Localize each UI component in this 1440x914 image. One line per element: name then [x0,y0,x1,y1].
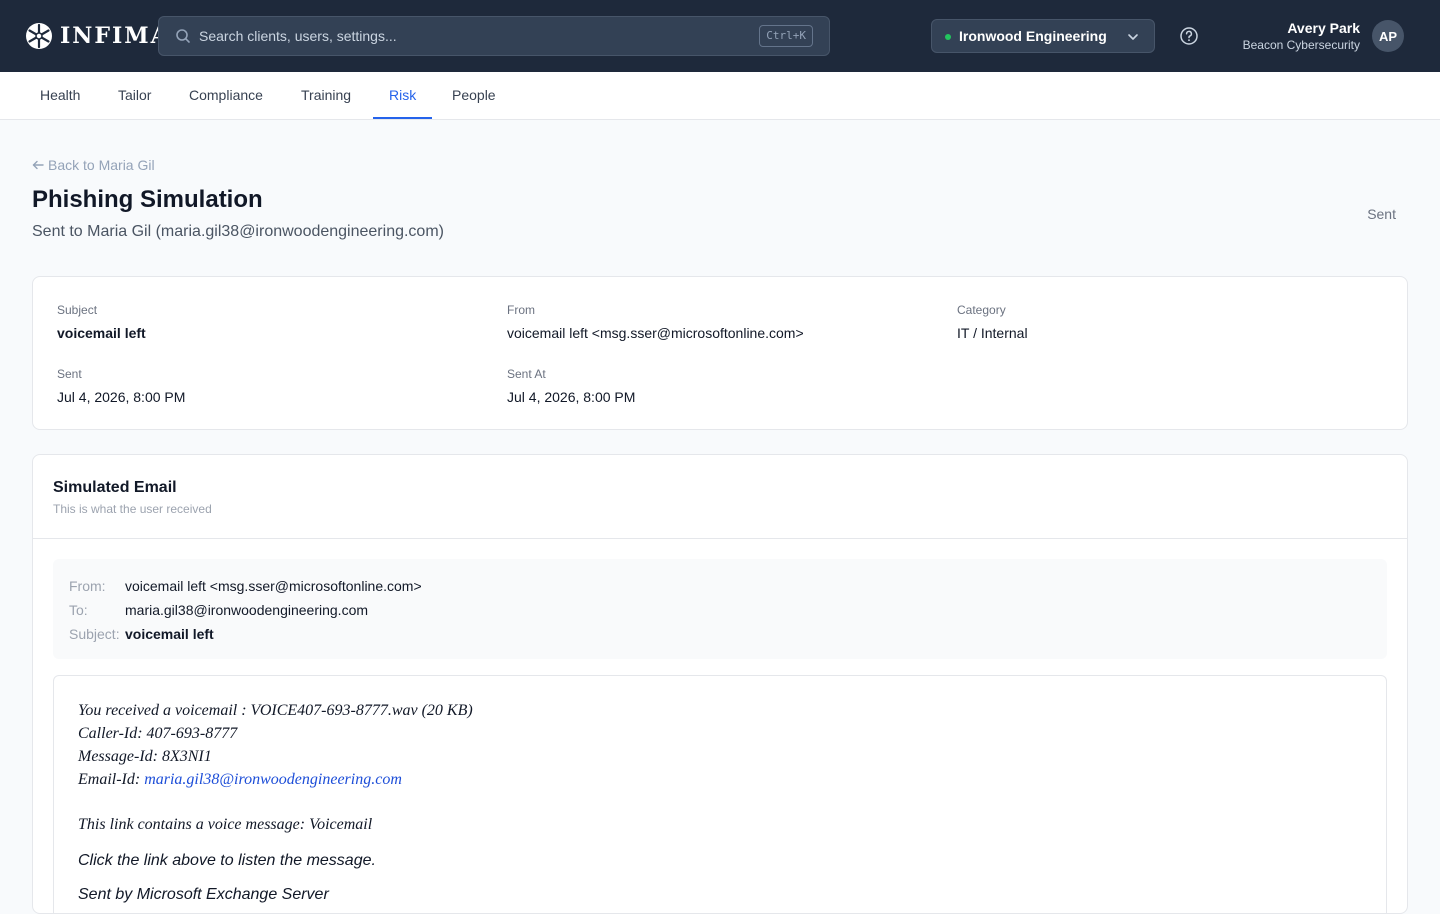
simulation-details-card: Subject voicemail left From voicemail le… [32,276,1408,430]
email-id-label: Email-Id: [78,771,145,788]
email-header-from: From: voicemail left <msg.sser@microsofto… [69,577,422,595]
page-title: Phishing Simulation [32,186,263,213]
detail-from-label: From [507,303,535,317]
top-navigation-bar: INFIMA Ctrl+K Ironwood Engineering Avery… [0,0,1440,72]
email-from-value: voicemail left <msg.sser@microsoftonline… [125,578,422,594]
search-shortcut-badge: Ctrl+K [759,25,813,47]
detail-sent-at-value: Jul 4, 2026, 8:00 PM [507,389,636,405]
help-button[interactable] [1179,26,1199,51]
tab-health[interactable]: Health [24,72,96,119]
back-link-label: Back to Maria Gil [48,157,155,173]
user-info[interactable]: Avery Park Beacon Cybersecurity [1243,19,1360,53]
organization-selector[interactable]: Ironwood Engineering [931,19,1155,53]
detail-subject-label: Subject [57,303,98,317]
search-input[interactable] [199,17,739,55]
snowflake-logo-icon [26,23,52,49]
detail-subject-value: voicemail left [57,325,146,341]
help-circle-icon [1180,27,1198,45]
simulated-email-card: Simulated Email This is what the user re… [32,454,1408,914]
email-body-line-signature: Sent by Microsoft Exchange Server [78,886,329,903]
email-id-link[interactable]: maria.gil38@ironwoodengineering.com [144,771,402,788]
email-to-label: To: [69,602,88,618]
email-body-line-email-id: Email-Id: maria.gil38@ironwoodengineerin… [78,771,402,789]
main-tabs: Health Tailor Compliance Training Risk P… [0,72,1440,120]
arrow-left-icon [32,160,44,170]
tab-risk[interactable]: Risk [373,72,433,119]
detail-sent-label: Sent [57,367,82,381]
tab-training[interactable]: Training [285,72,367,119]
tab-people[interactable]: People [436,72,512,119]
email-subject-label: Subject: [69,626,120,642]
org-status-dot [945,34,951,40]
detail-sent-at: Sent At Jul 4, 2026, 8:00 PM [507,366,635,406]
detail-sent: Sent Jul 4, 2026, 8:00 PM [57,366,185,406]
detail-from-value: voicemail left <msg.sser@microsoftonline… [507,325,804,341]
simulated-email-description: This is what the user received [53,502,212,516]
page-subtitle: Sent to Maria Gil (maria.gil38@ironwoode… [32,223,444,240]
email-from-label: From: [69,578,106,594]
back-link[interactable]: Back to Maria Gil [32,157,155,173]
user-name: Avery Park [1287,20,1360,36]
email-body: You received a voicemail : VOICE407-693-… [53,675,1387,913]
email-body-line-voicemail: You received a voicemail : VOICE407-693-… [78,702,473,719]
email-body-line-message-id: Message-Id: 8X3NI1 [78,748,212,765]
email-body-line-instruction: Click the link above to listen the messa… [78,852,376,869]
user-organization: Beacon Cybersecurity [1242,38,1360,52]
email-headers: From: voicemail left <msg.sser@microsofto… [53,559,1387,659]
tab-tailor[interactable]: Tailor [102,72,167,119]
search-icon [176,29,190,43]
email-header-to: To: maria.gil38@ironwoodengineering.com [69,601,368,619]
global-search[interactable]: Ctrl+K [158,16,830,56]
detail-sent-at-label: Sent At [507,367,546,381]
detail-category: Category IT / Internal [957,302,1028,342]
detail-from: From voicemail left <msg.sser@microsofto… [507,302,804,342]
detail-category-label: Category [957,303,1006,317]
org-selector-value: Ironwood Engineering [959,28,1107,44]
email-header-subject: Subject: voicemail left [69,625,214,643]
tab-compliance[interactable]: Compliance [173,72,279,119]
detail-sent-value: Jul 4, 2026, 8:00 PM [57,389,186,405]
simulated-email-header: Simulated Email This is what the user re… [33,455,1407,539]
app-logo-text: INFIMA [60,23,170,49]
status-badge: Sent [1367,206,1396,222]
email-body-line-caller-id: Caller-Id: 407-693-8777 [78,725,238,742]
email-body-line-link-info: This link contains a voice message: Voic… [78,816,373,833]
detail-category-value: IT / Internal [957,325,1028,341]
email-to-value: maria.gil38@ironwoodengineering.com [125,602,369,618]
chevron-down-icon [1128,34,1138,40]
app-logo[interactable]: INFIMA [24,21,170,51]
email-subject-value: voicemail left [125,626,214,642]
avatar[interactable]: AP [1372,20,1404,52]
detail-subject: Subject voicemail left [57,302,146,342]
simulated-email-title: Simulated Email [53,479,177,496]
